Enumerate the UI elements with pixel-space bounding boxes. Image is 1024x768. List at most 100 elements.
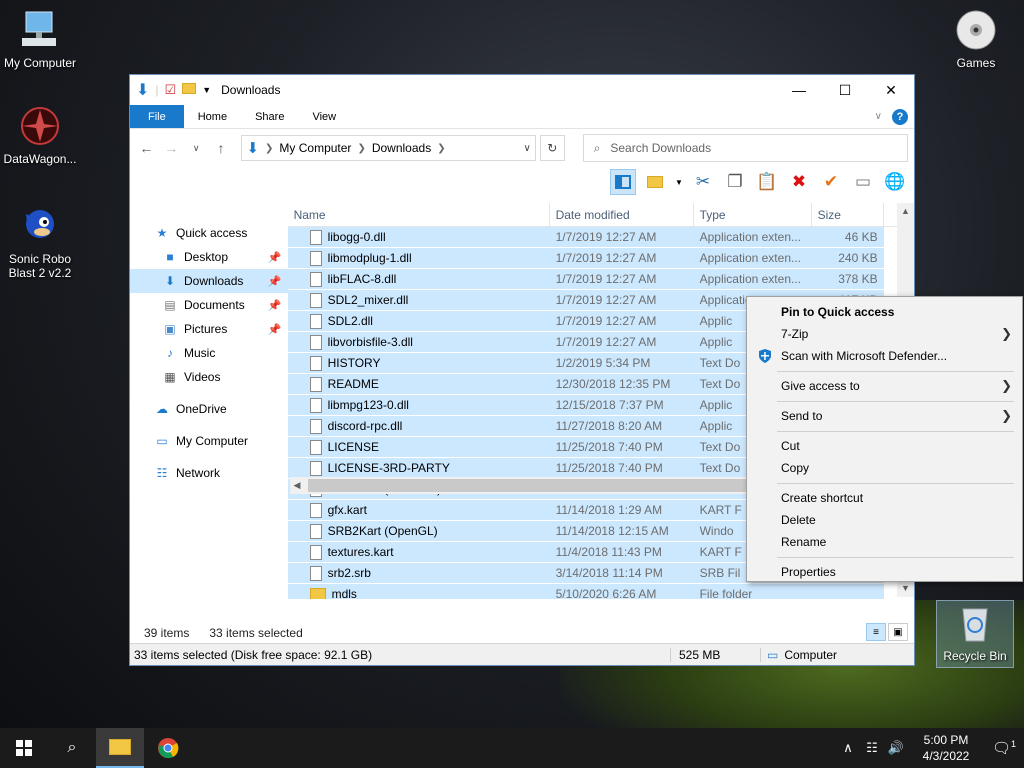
menu-rename[interactable]: Rename bbox=[747, 531, 1022, 553]
breadcrumb-separator[interactable]: ❯ bbox=[265, 143, 273, 154]
menu-delete[interactable]: Delete bbox=[747, 509, 1022, 531]
breadcrumb-downloads[interactable]: Downloads bbox=[372, 141, 431, 155]
nav-my-computer[interactable]: ▭ My Computer bbox=[130, 429, 288, 453]
taskbar-file-explorer[interactable] bbox=[96, 728, 144, 768]
menu-label: 7-Zip bbox=[781, 327, 809, 341]
nav-onedrive[interactable]: ☁ OneDrive bbox=[130, 397, 288, 421]
file-date: 12/30/2018 12:35 PM bbox=[555, 377, 671, 391]
separator: | bbox=[155, 83, 159, 97]
desktop-icon-games[interactable]: Games bbox=[936, 8, 1016, 70]
desktop-icon-datawagon[interactable]: DataWagon... bbox=[0, 104, 80, 166]
tab-share[interactable]: Share bbox=[241, 105, 298, 128]
recent-locations-button[interactable]: ∨ bbox=[186, 143, 207, 154]
nav-desktop[interactable]: ■ Desktop 📌 bbox=[130, 245, 288, 269]
breadcrumb-separator[interactable]: ❯ bbox=[357, 143, 365, 154]
menu-properties[interactable]: Properties bbox=[747, 561, 1022, 583]
file-name: SRB2Kart (OpenGL) bbox=[327, 524, 438, 538]
desktop-icon-my-computer[interactable]: My Computer bbox=[0, 8, 80, 70]
breadcrumb-my-computer[interactable]: My Computer bbox=[279, 141, 351, 155]
file-type: Application exten... bbox=[699, 272, 801, 286]
desktop-icon-sonic-robo-blast[interactable]: Sonic Robo Blast 2 v2.2 bbox=[0, 204, 80, 280]
details-view-icon[interactable]: ≡ bbox=[866, 623, 886, 641]
column-size[interactable]: Size bbox=[812, 202, 884, 227]
column-type[interactable]: Type bbox=[694, 202, 812, 227]
properties-icon[interactable]: ☑ bbox=[165, 82, 177, 98]
rename-icon[interactable]: ▭ bbox=[850, 169, 876, 195]
copy-icon[interactable]: ❐ bbox=[722, 169, 748, 195]
cut-icon[interactable]: ✂ bbox=[690, 169, 716, 195]
breadcrumb-separator[interactable]: ❯ bbox=[437, 143, 445, 154]
file-size: 46 KB bbox=[844, 230, 878, 244]
column-name[interactable]: Name bbox=[288, 202, 550, 227]
checkmark-icon[interactable]: ✔ bbox=[818, 169, 844, 195]
forward-button[interactable]: → bbox=[161, 140, 182, 156]
nav-downloads[interactable]: ⬇ Downloads 📌 bbox=[130, 269, 288, 293]
chevron-down-icon[interactable]: ▼ bbox=[674, 169, 684, 195]
menu-send-to[interactable]: Send to ❯ bbox=[747, 405, 1022, 427]
file-date: 11/14/2018 12:15 AM bbox=[555, 524, 669, 538]
up-button[interactable]: ↑ bbox=[211, 140, 232, 156]
delete-icon[interactable]: ✖ bbox=[786, 169, 812, 195]
nav-documents[interactable]: ▤ Documents 📌 bbox=[130, 293, 288, 317]
menu-give-access-to[interactable]: Give access to ❯ bbox=[747, 375, 1022, 397]
ribbon-tabs: File Home Share View ∨ ? bbox=[130, 105, 914, 129]
chevron-up-icon[interactable]: ∧ bbox=[836, 740, 860, 756]
table-row[interactable]: libogg-0.dll 1/7/2019 12:27 AM Application… bbox=[287, 227, 884, 248]
nav-network[interactable]: ☷ Network bbox=[130, 461, 288, 485]
file-name: SDL2.dll bbox=[327, 314, 373, 328]
tab-view[interactable]: View bbox=[298, 105, 350, 128]
maximize-button[interactable]: ☐ bbox=[822, 75, 868, 105]
download-arrow-icon: ⬇ bbox=[246, 140, 260, 157]
menu-copy[interactable]: Copy bbox=[747, 457, 1022, 479]
minimize-button[interactable]: — bbox=[776, 75, 822, 105]
ribbon-expand-icon[interactable]: ∨ bbox=[875, 111, 882, 122]
tab-file[interactable]: File bbox=[130, 105, 184, 128]
back-button[interactable]: ← bbox=[136, 140, 157, 156]
close-button[interactable]: ✕ bbox=[868, 75, 914, 105]
notification-icon: 🗨 bbox=[991, 740, 1012, 757]
file-name: mdls bbox=[331, 587, 357, 599]
menu-cut[interactable]: Cut bbox=[747, 435, 1022, 457]
notification-center-button[interactable]: 🗨1 bbox=[984, 739, 1024, 757]
chevron-right-icon: ❯ bbox=[1001, 378, 1012, 393]
new-folder-icon[interactable] bbox=[182, 83, 197, 97]
search-input[interactable]: Search Downloads bbox=[610, 141, 711, 155]
search-box[interactable]: ⌕ Search Downloads bbox=[582, 134, 908, 162]
start-button[interactable] bbox=[0, 728, 48, 768]
globe-icon[interactable]: 🌐 bbox=[882, 169, 908, 195]
table-row[interactable]: mdls 5/10/2020 6:26 AM File folder bbox=[287, 584, 884, 599]
paste-icon[interactable]: 📋 bbox=[754, 169, 780, 195]
nav-label: Downloads bbox=[184, 274, 244, 288]
large-icons-view-icon[interactable]: ▣ bbox=[888, 623, 908, 641]
scroll-up-icon[interactable]: ▲ bbox=[897, 203, 914, 220]
taskbar-chrome[interactable] bbox=[144, 728, 192, 768]
chevron-down-icon[interactable]: ▼ bbox=[202, 85, 211, 95]
refresh-button[interactable]: ↻ bbox=[539, 135, 565, 161]
address-bar[interactable]: ⬇ ❯ My Computer ❯ Downloads ❯ ∨ bbox=[241, 135, 536, 161]
computer-icon: ▭ bbox=[767, 647, 779, 662]
column-date-modified[interactable]: Date modified bbox=[550, 202, 694, 227]
preview-pane-icon[interactable] bbox=[610, 169, 636, 195]
volume-icon[interactable]: 🔊 bbox=[884, 740, 908, 756]
menu-scan-defender[interactable]: Scan with Microsoft Defender... bbox=[747, 345, 1022, 367]
network-icon[interactable]: ☷ bbox=[860, 740, 884, 756]
menu-create-shortcut[interactable]: Create shortcut bbox=[747, 487, 1022, 509]
status-bar: 33 items selected (Disk free space: 92.1… bbox=[130, 643, 914, 665]
nav-label: OneDrive bbox=[176, 402, 227, 416]
search-button[interactable]: ⌕ bbox=[48, 728, 96, 768]
clock[interactable]: 5:00 PM 4/3/2022 bbox=[908, 732, 984, 764]
scroll-left-icon[interactable]: ◀ bbox=[290, 480, 304, 491]
nav-music[interactable]: ♪ Music bbox=[130, 341, 288, 365]
nav-quick-access[interactable]: ★ Quick access bbox=[130, 221, 288, 245]
address-dropdown-icon[interactable]: ∨ bbox=[524, 143, 531, 154]
menu-pin-to-quick-access[interactable]: Pin to Quick access bbox=[747, 301, 1022, 323]
table-row[interactable]: libmodplug-1.dll 1/7/2019 12:27 AM Applica… bbox=[287, 248, 884, 269]
menu-7zip[interactable]: 7-Zip ❯ bbox=[747, 323, 1022, 345]
nav-videos[interactable]: ▦ Videos bbox=[130, 365, 288, 389]
new-folder-icon[interactable] bbox=[642, 169, 668, 195]
table-row[interactable]: libFLAC-8.dll 1/7/2019 12:27 AM Applicatio… bbox=[287, 269, 884, 290]
nav-pictures[interactable]: ▣ Pictures 📌 bbox=[130, 317, 288, 341]
tab-home[interactable]: Home bbox=[184, 105, 241, 128]
desktop-icon-recycle-bin[interactable]: Recycle Bin bbox=[936, 600, 1014, 668]
help-icon[interactable]: ? bbox=[892, 108, 908, 125]
